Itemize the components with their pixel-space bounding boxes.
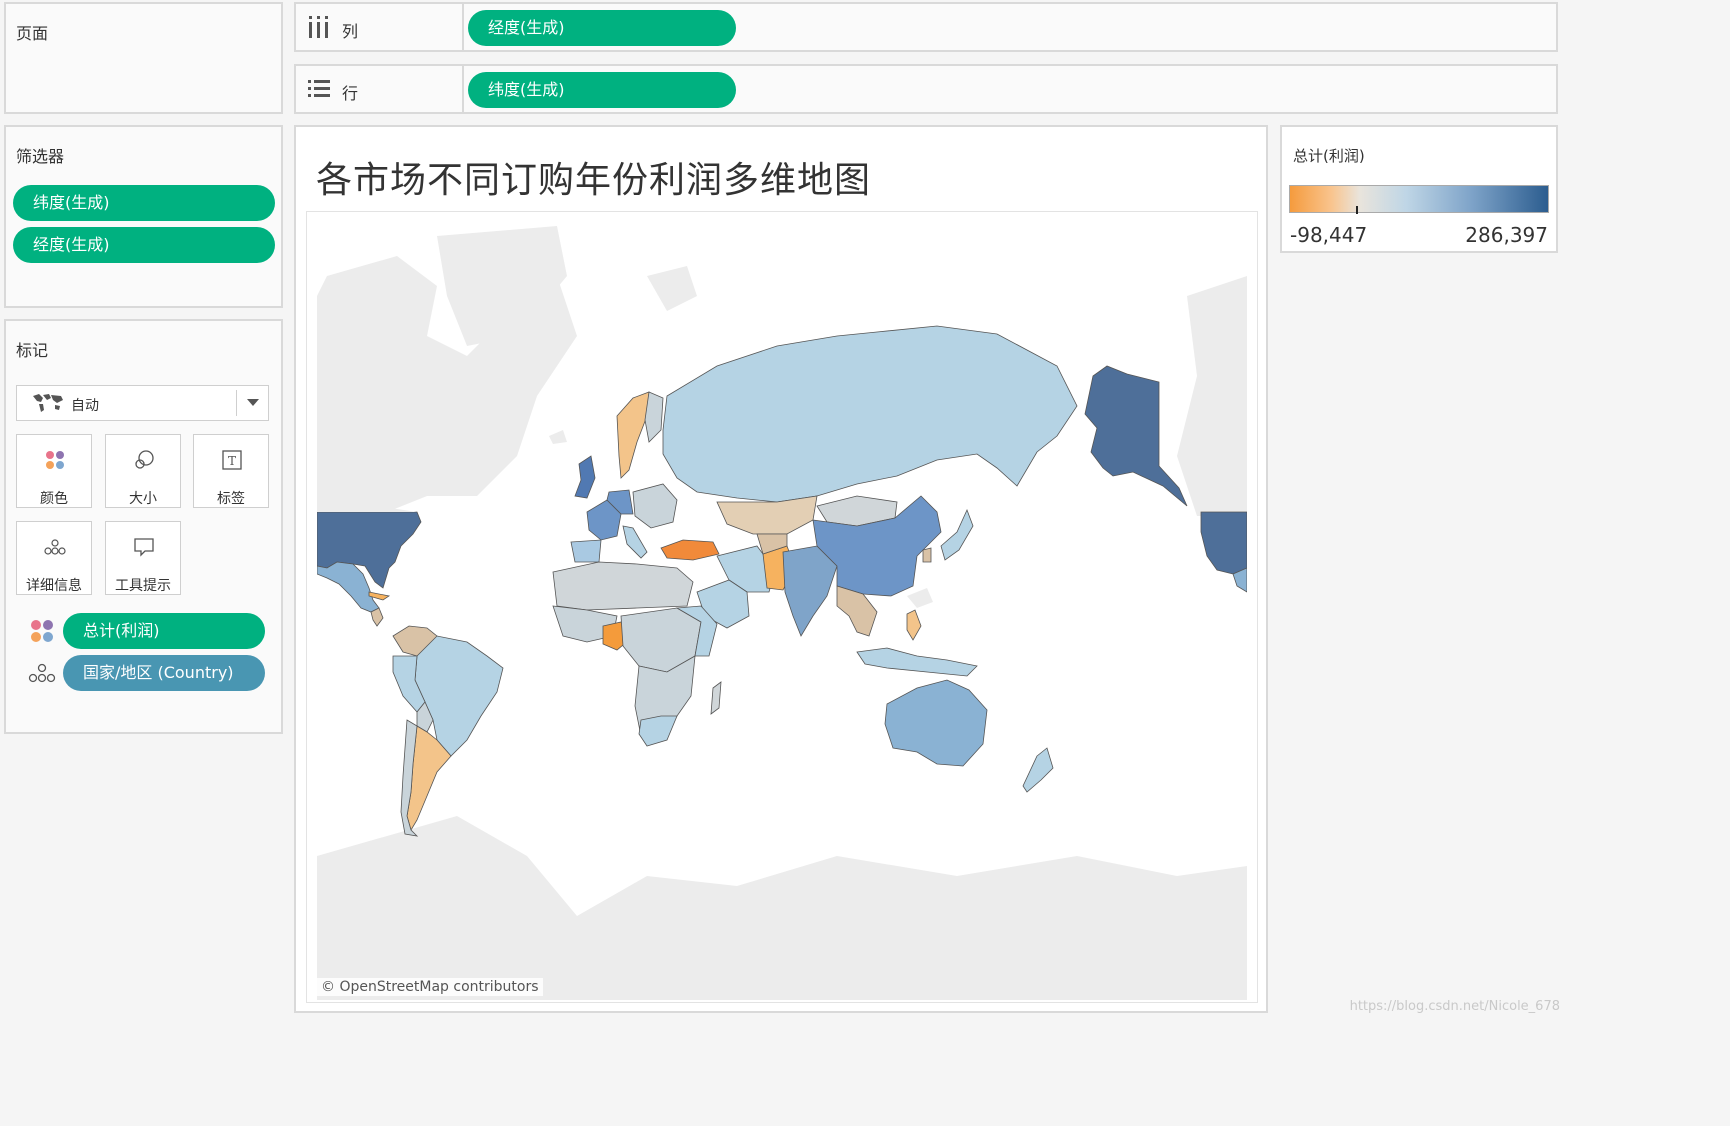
country-central-america[interactable] (370, 607, 384, 627)
country-new-zealand[interactable] (1022, 747, 1054, 793)
tooltip-button[interactable]: 工具提示 (105, 521, 181, 595)
filters-title: 筛选器 (16, 147, 65, 166)
legend-title: 总计(利润) (1293, 147, 1365, 165)
country-madagascar[interactable] (710, 681, 722, 715)
legend-zero-tick (1356, 206, 1358, 214)
color-button[interactable]: 颜色 (16, 434, 92, 508)
label-button-label: 标签 (217, 491, 245, 507)
pages-panel[interactable]: 页面 (4, 2, 283, 114)
viz-area[interactable]: 各市场不同订购年份利润多维地图 © OpenStreetMap contribu… (294, 125, 1268, 1013)
country-eastern-europe[interactable] (632, 483, 678, 529)
country-canada[interactable] (317, 506, 417, 512)
country-south-africa[interactable] (638, 715, 678, 747)
viz-title: 各市场不同订购年份利润多维地图 (316, 160, 872, 201)
country-kazakhstan[interactable] (716, 495, 818, 535)
detail-button[interactable]: 详细信息 (16, 521, 92, 595)
legend-min: -98,447 (1290, 223, 1368, 247)
country-australia[interactable] (884, 679, 988, 767)
country-korea[interactable] (922, 547, 932, 563)
color-encoding-icon (31, 620, 53, 642)
marks-panel[interactable]: 标记 自动 颜色 大小 T 标签 详细信息 工具提示 总计(利润) 国家/地区 … (4, 319, 283, 734)
shelf-divider (462, 66, 464, 112)
text-label-icon: T (222, 450, 242, 470)
detail-field-pill[interactable]: 国家/地区 (Country) (63, 655, 265, 691)
columns-pill[interactable]: 经度(生成) (468, 10, 736, 46)
map-mark-icon (33, 394, 63, 412)
columns-label: 列 (342, 22, 359, 41)
label-button[interactable]: T 标签 (193, 434, 269, 508)
country-finland[interactable] (644, 391, 664, 443)
rows-label: 行 (342, 84, 359, 103)
country-usa-alaska[interactable] (1084, 365, 1188, 507)
filters-panel[interactable]: 筛选器 纬度(生成) 经度(生成) (4, 125, 283, 308)
mark-type-dropdown[interactable]: 自动 (16, 385, 269, 421)
chevron-down-icon[interactable] (247, 399, 259, 406)
country-japan[interactable] (940, 508, 974, 561)
country-greenland-iceland[interactable] (549, 430, 567, 444)
rows-pill[interactable]: 纬度(生成) (468, 72, 736, 108)
watermark: https://blog.csdn.net/Nicole_678 (1349, 999, 1560, 1014)
pages-title: 页面 (16, 24, 49, 43)
size-icon (135, 450, 154, 469)
color-button-label: 颜色 (40, 491, 68, 507)
country-philippines[interactable] (906, 609, 922, 641)
mark-type-label: 自动 (71, 398, 99, 414)
country-russia[interactable] (662, 325, 1078, 503)
rows-shelf[interactable]: 行 纬度(生成) (294, 64, 1558, 114)
map-frame[interactable]: © OpenStreetMap contributors (306, 211, 1258, 1003)
color-field-pill[interactable]: 总计(利润) (63, 613, 265, 649)
svg-text:T: T (228, 454, 236, 468)
country-italy[interactable] (622, 525, 648, 559)
tooltip-icon (134, 538, 154, 557)
country-indonesia[interactable] (856, 647, 978, 677)
filter-pill-longitude[interactable]: 经度(生成) (13, 227, 275, 263)
marks-title: 标记 (16, 341, 49, 360)
country-india[interactable] (782, 545, 838, 637)
rows-icon (308, 80, 330, 97)
dropdown-separator (236, 390, 237, 416)
legend-gradient (1289, 185, 1549, 214)
tooltip-button-label: 工具提示 (115, 578, 171, 594)
country-turkey[interactable] (660, 539, 720, 561)
legend-max: 286,397 (1465, 223, 1548, 247)
color-legend[interactable]: 总计(利润) -98,447 286,397 (1280, 125, 1558, 253)
basemap-land (317, 226, 1247, 1000)
detail-encoding-icon (28, 663, 56, 683)
country-usa-west[interactable] (1200, 511, 1247, 575)
country-north-africa[interactable] (552, 561, 694, 611)
columns-icon (309, 16, 328, 38)
size-button-label: 大小 (129, 491, 157, 507)
country-spain[interactable] (570, 539, 602, 563)
country-uk[interactable] (574, 455, 596, 499)
color-dots-icon (46, 451, 64, 469)
country-norway-sweden[interactable] (616, 391, 650, 479)
map-canvas[interactable]: © OpenStreetMap contributors (317, 216, 1247, 1000)
world-map[interactable] (317, 216, 1247, 1000)
shelf-divider (462, 4, 464, 50)
columns-shelf[interactable]: 列 经度(生成) (294, 2, 1558, 52)
filter-pill-latitude[interactable]: 纬度(生成) (13, 185, 275, 221)
map-credit[interactable]: © OpenStreetMap contributors (317, 978, 543, 996)
detail-button-label: 详细信息 (26, 578, 82, 594)
detail-dots-icon (44, 539, 66, 555)
size-button[interactable]: 大小 (105, 434, 181, 508)
